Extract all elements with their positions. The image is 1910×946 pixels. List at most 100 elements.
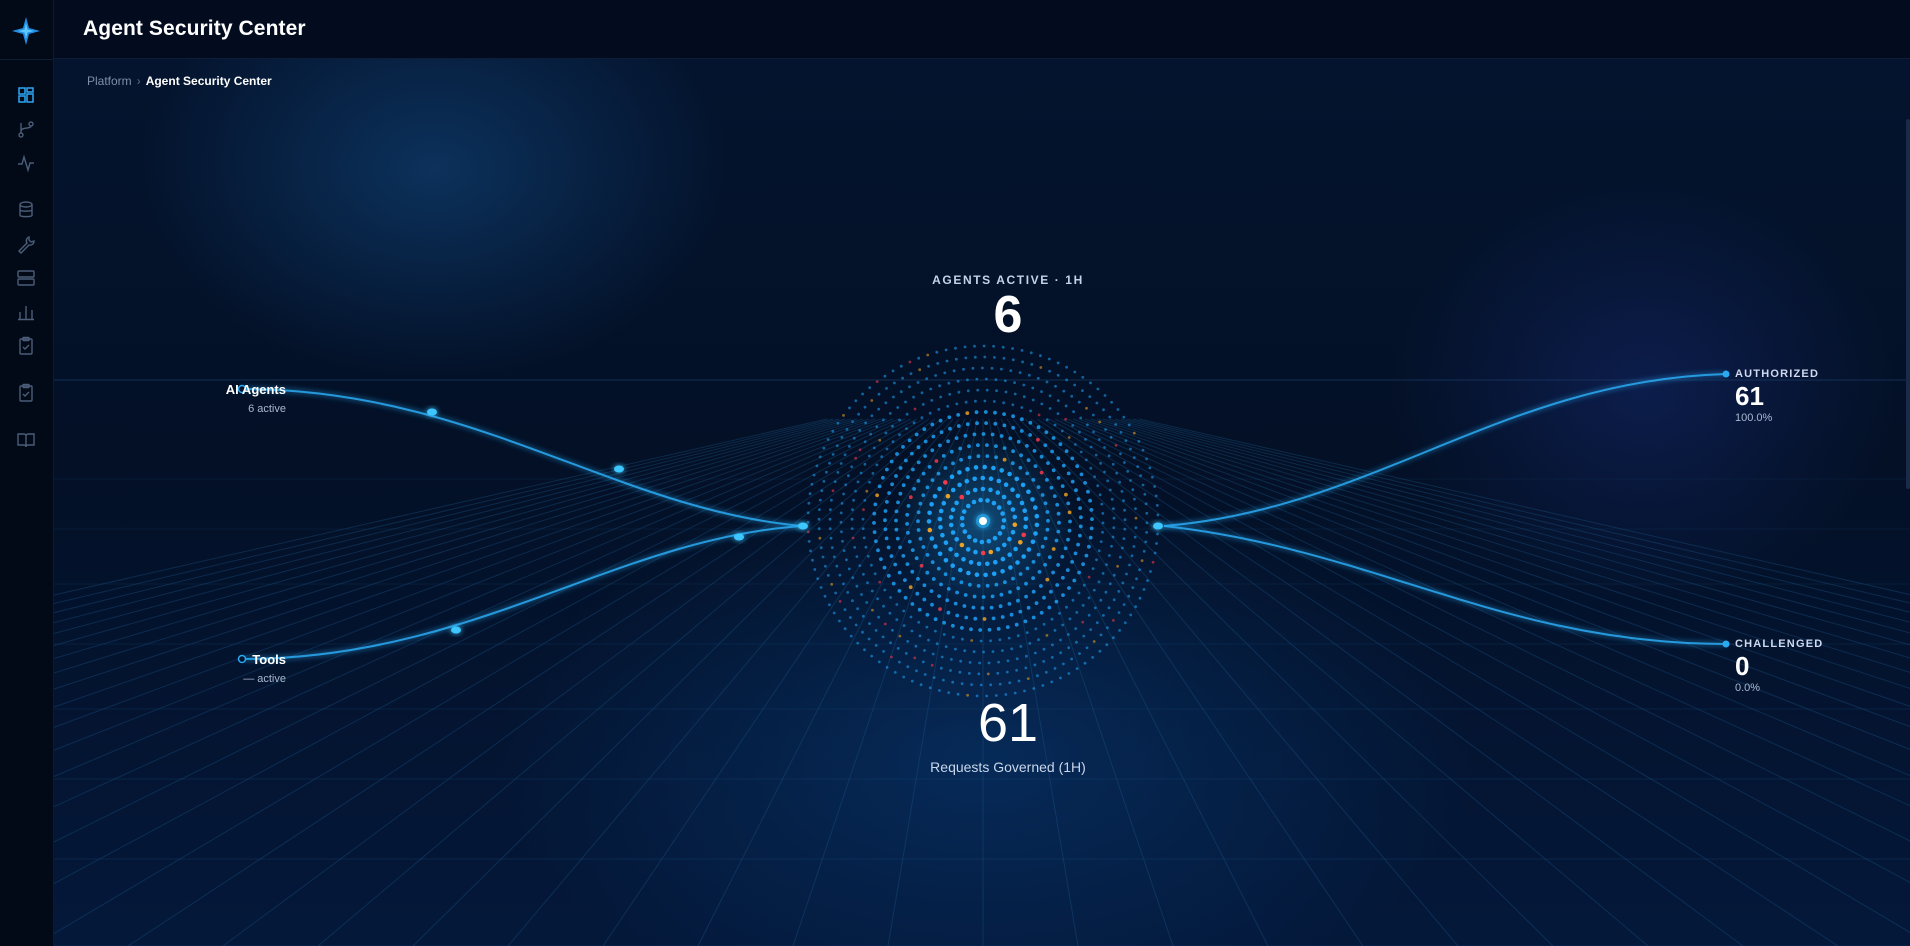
hub-dot [889, 554, 894, 558]
wrench-icon[interactable] [15, 233, 37, 255]
hub-dot [972, 487, 978, 493]
logo-star-icon[interactable] [9, 14, 43, 48]
hub-dot [958, 670, 962, 674]
grid-ray [412, 418, 948, 946]
hub-dot [1025, 631, 1029, 634]
hub-dot [905, 427, 908, 430]
hub-dot [943, 480, 948, 485]
outcome-authorized[interactable]: AUTHORIZED 61 100.0% [1735, 368, 1819, 424]
source-node-tools[interactable]: Tools — active [154, 652, 286, 685]
clipboard-check-icon[interactable] [15, 335, 37, 357]
hub-dot [865, 601, 869, 604]
server-icon[interactable] [15, 267, 37, 289]
hub-dot [860, 593, 863, 596]
hub-dot [881, 635, 885, 639]
git-branch-icon[interactable] [15, 118, 37, 140]
hub-dot [1103, 446, 1106, 449]
hub-dot [1110, 544, 1113, 548]
hub-dot [916, 460, 921, 465]
hub-dot [838, 619, 841, 623]
hub-dot [806, 520, 810, 524]
hub-dot [899, 364, 903, 368]
hub-dot [942, 620, 946, 625]
hub-dot [1081, 562, 1085, 567]
hub-dot [912, 395, 915, 399]
hub-dot [849, 616, 852, 619]
hub-dot [930, 560, 935, 564]
hub-dot [1051, 436, 1056, 440]
hub-dot [1083, 481, 1087, 485]
hub-dot [946, 587, 951, 591]
hub-dot [851, 576, 855, 580]
hub-dot [1088, 535, 1093, 540]
hub-dot [948, 515, 954, 520]
hub-dot [1122, 603, 1126, 606]
hub-dot [982, 464, 987, 470]
dashboard-icon[interactable] [15, 84, 37, 106]
hub-dot [1045, 634, 1049, 637]
hub-dot [1091, 413, 1095, 417]
hub-dot [1025, 444, 1029, 448]
hub-dot [1017, 679, 1021, 683]
clipboard-check-2-icon[interactable] [15, 382, 37, 404]
hub-dot [956, 424, 961, 428]
bar-chart-icon[interactable] [15, 301, 37, 323]
hub-dot [1081, 375, 1085, 379]
hub-dot [877, 407, 881, 411]
hub-dot [1061, 463, 1066, 468]
hub-dot [910, 679, 914, 683]
hub-dot [898, 545, 902, 550]
hub-dot [875, 493, 879, 498]
hub-dot [1075, 667, 1079, 670]
hub-dot [906, 475, 910, 479]
hub-dot [1065, 378, 1068, 382]
hub-dot [1061, 623, 1065, 627]
database-icon[interactable] [15, 199, 37, 221]
scrollbar[interactable] [1906, 119, 1910, 489]
hub-dot [1026, 605, 1031, 610]
hub-dot [978, 628, 983, 632]
hub-dot [1001, 518, 1007, 523]
grid-ray [222, 418, 936, 946]
hub-dot [916, 381, 920, 384]
hub-dot [1072, 578, 1077, 583]
hub-dot [994, 444, 998, 448]
outcome-challenged[interactable]: CHALLENGED 0 0.0% [1735, 638, 1823, 694]
hub-dot [822, 480, 826, 483]
activity-icon[interactable] [15, 152, 37, 174]
hub-dot [1086, 489, 1090, 494]
hub-dot [1134, 526, 1138, 529]
hub-dot [868, 480, 871, 484]
hub-dot [1011, 576, 1015, 581]
hub-dot [921, 493, 926, 498]
hub-dot [1091, 567, 1095, 570]
hub-dot [1055, 502, 1060, 507]
hub-dot [996, 627, 1001, 631]
hub-dot [916, 510, 921, 515]
hub-dot [1115, 471, 1119, 475]
hub-dot [909, 372, 913, 375]
hub-dot [943, 466, 948, 470]
hub-dot [854, 399, 858, 403]
outcome-percent: 0.0% [1735, 682, 1761, 694]
hub-dot [985, 498, 990, 503]
hub-dot [891, 369, 895, 373]
hub-dot [1030, 363, 1034, 366]
hub-dot [893, 381, 896, 385]
hub-dot [1123, 508, 1126, 512]
hub-dot [868, 386, 872, 389]
source-name: AI Agents [225, 382, 286, 397]
hub-dot [943, 540, 949, 545]
hub-dot [908, 495, 913, 500]
hub-dot [1027, 373, 1031, 377]
book-icon[interactable] [15, 429, 37, 451]
hub-dot [1011, 358, 1015, 362]
hub-dot [872, 530, 877, 534]
hub-dot [1036, 485, 1041, 489]
hub-dot [979, 683, 983, 687]
hub-dot [884, 536, 889, 541]
hub-dot [972, 594, 977, 599]
source-node-ai-agents[interactable]: AI Agents 6 active [154, 382, 286, 415]
hub-dot [872, 521, 876, 525]
hub-dot [1033, 464, 1038, 468]
